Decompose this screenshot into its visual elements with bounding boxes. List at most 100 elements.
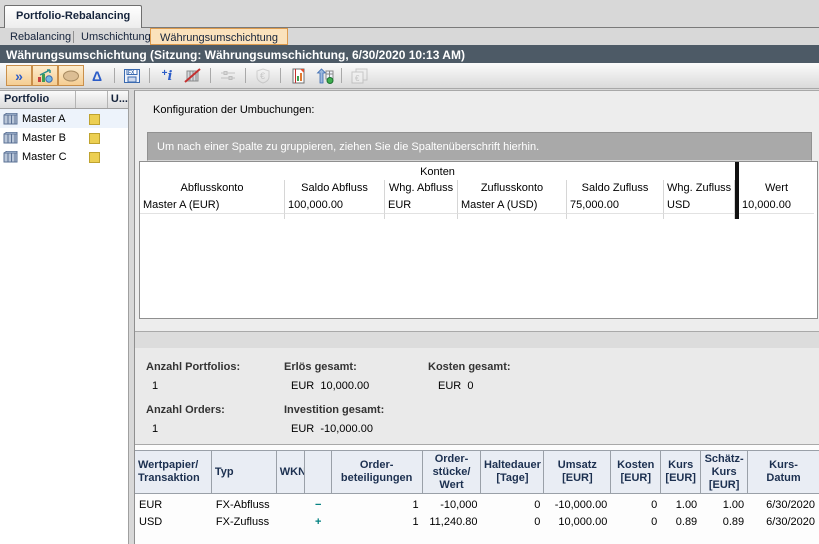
portfolio-row-master-a[interactable]: Master A [0, 109, 128, 128]
column-header-typ[interactable]: Typ [212, 451, 277, 493]
horizontal-splitter[interactable] [135, 331, 819, 348]
report-button[interactable] [285, 65, 311, 86]
column-header-umsatz[interactable]: Umsatz [EUR] [544, 451, 611, 493]
column-header-wert[interactable]: Wert [739, 180, 814, 197]
update-quotes-button[interactable] [311, 65, 337, 86]
portfolio-panel-header: Portfolio U... [0, 91, 128, 109]
portfolio-row-master-c[interactable]: Master C [0, 147, 128, 166]
column-header-schaetz-kurs[interactable]: Schätz- Kurs [EUR] [701, 451, 748, 493]
status-indicator [89, 114, 100, 125]
tab-umschichtung[interactable]: Umschichtung [81, 31, 151, 43]
kosten-gesamt-label: Kosten gesamt: [428, 361, 511, 373]
group-by-drop-zone[interactable]: Um nach einer Spalte zu gruppieren, zieh… [147, 132, 812, 161]
column-header-zuflusskonto[interactable]: Zuflusskonto [458, 180, 567, 197]
column-header-whg-zufluss[interactable]: Whg. Zufluss [664, 180, 735, 197]
table-row[interactable]: USD FX-Zufluss + 1 11,240.80 0 10,000.00… [135, 514, 819, 531]
copy-orders-button[interactable]: € [346, 65, 372, 86]
add-info-icon: +i [162, 68, 173, 84]
erloes-gesamt-value: EUR 10,000.00 [291, 380, 369, 392]
portfolio-name: Master B [22, 132, 66, 144]
column-header-whg-abfluss[interactable]: Whg. Abfluss [385, 180, 458, 197]
toolbar-separator [210, 68, 211, 83]
save-fx-button[interactable]: FX [119, 65, 145, 86]
cell-typ: FX-Zufluss [212, 514, 277, 531]
column-header-kurs-datum[interactable]: Kurs- Datum [748, 451, 819, 493]
column-header-orderbeteiligungen[interactable]: Order- beteiligungen [332, 451, 423, 493]
konten-group-header: Konten [140, 162, 817, 180]
column-header-wkn[interactable]: WKN [277, 451, 305, 493]
cell-wkn [277, 497, 305, 514]
cell-saldo-abfluss: 100,000.00 [285, 197, 385, 214]
column-header-haltedauer[interactable]: Haltedauer [Tage] [481, 451, 544, 493]
summary-panel: Anzahl Portfolios: 1 Erlös gesamt: EUR 1… [135, 348, 819, 544]
save-fx-icon: FX [123, 68, 141, 84]
cell-kurs-datum: 6/30/2020 [748, 497, 819, 514]
column-header-status[interactable] [76, 91, 108, 108]
column-header-kosten[interactable]: Kosten [EUR] [611, 451, 661, 493]
add-info-button[interactable]: +i [154, 65, 180, 86]
column-header-sign[interactable] [305, 451, 332, 493]
exclude-position-button[interactable] [180, 65, 206, 86]
table-row[interactable]: Master A (EUR) 100,000.00 EUR Master A (… [140, 197, 817, 214]
cell-typ: FX-Abfluss [212, 497, 277, 514]
portfolio-row-master-b[interactable]: Master B [0, 128, 128, 147]
empty-grid-row [140, 214, 817, 219]
tab-waehrungsumschichtung[interactable]: Währungsumschichtung [150, 28, 288, 45]
column-header-portfolio[interactable]: Portfolio [0, 91, 76, 108]
tab-rebalancing[interactable]: Rebalancing [10, 31, 71, 43]
anzahl-orders-value: 1 [152, 423, 158, 435]
delta-button[interactable]: Δ [84, 65, 110, 86]
cell-wkn [277, 514, 305, 531]
cell-wert: 10,000.00 [739, 197, 814, 214]
toolbar-separator [245, 68, 246, 83]
portfolio-icon [3, 151, 18, 163]
cylinder-button[interactable] [58, 65, 84, 86]
column-header-abflusskonto[interactable]: Abflusskonto [140, 180, 285, 197]
expand-button[interactable]: » [6, 65, 32, 86]
main-tab-strip: Portfolio-Rebalancing [0, 5, 819, 28]
orders-table-body: EUR FX-Abfluss − 1 -10,000 0 -10,000.00 … [135, 494, 819, 531]
cell-whg-abfluss: EUR [385, 197, 458, 214]
cell-wertpapier: USD [135, 514, 212, 531]
svg-text:FX: FX [128, 70, 135, 76]
tab-portfolio-rebalancing[interactable]: Portfolio-Rebalancing [4, 5, 142, 28]
status-indicator [89, 133, 100, 144]
cell-schaetz-kurs: 0.89 [701, 514, 748, 531]
euro-check-button[interactable]: € [250, 65, 276, 86]
cell-haltedauer: 0 [482, 514, 545, 531]
rebalance-chart-button[interactable] [32, 65, 58, 86]
column-header-wertpapier-transaktion[interactable]: Wertpapier/ Transaktion [135, 451, 212, 493]
cell-kurs: 1.00 [661, 497, 701, 514]
toolbar-separator [149, 68, 150, 83]
column-header-kurs[interactable]: Kurs [EUR] [661, 451, 701, 493]
table-row[interactable]: EUR FX-Abfluss − 1 -10,000 0 -10,000.00 … [135, 497, 819, 514]
minus-sign-icon: − [305, 497, 332, 514]
anzahl-portfolios-value: 1 [152, 380, 158, 392]
cell-kosten: 0 [611, 514, 661, 531]
euro-shield-icon: € [255, 68, 271, 84]
column-header-u[interactable]: U... [108, 91, 128, 108]
cell-kurs: 0.89 [661, 514, 701, 531]
cell-zuflusskonto: Master A (USD) [458, 197, 567, 214]
portfolio-panel: Portfolio U... Master A Master B Master … [0, 90, 128, 544]
erloes-gesamt-label: Erlös gesamt: [284, 361, 357, 373]
filter-settings-button[interactable] [215, 65, 241, 86]
cell-orderstuecke: 11,240.80 [423, 514, 482, 531]
cell-orderbeteiligungen: 1 [332, 514, 423, 531]
orders-column-headers: Wertpapier/ Transaktion Typ WKN Order- b… [135, 450, 819, 494]
cell-saldo-zufluss: 75,000.00 [567, 197, 664, 214]
group-header-konten[interactable]: Konten [140, 162, 735, 180]
konten-grid: Konten Abflusskonto Saldo Abfluss Whg. A… [139, 161, 818, 319]
cell-kosten: 0 [611, 497, 661, 514]
cell-umsatz: 10,000.00 [544, 514, 611, 531]
svg-text:€: € [355, 74, 360, 83]
column-header-orderstuecke-wert[interactable]: Order- stücke/ Wert [423, 451, 482, 493]
investition-gesamt-value: EUR -10,000.00 [291, 423, 373, 435]
config-section-label: Konfiguration der Umbuchungen: [153, 104, 314, 116]
cell-whg-zufluss: USD [664, 197, 735, 214]
toolbar-separator [114, 68, 115, 83]
column-header-saldo-zufluss[interactable]: Saldo Zufluss [567, 180, 664, 197]
delta-icon: Δ [92, 69, 102, 83]
column-header-saldo-abfluss[interactable]: Saldo Abfluss [285, 180, 385, 197]
portfolio-name: Master C [22, 151, 67, 163]
